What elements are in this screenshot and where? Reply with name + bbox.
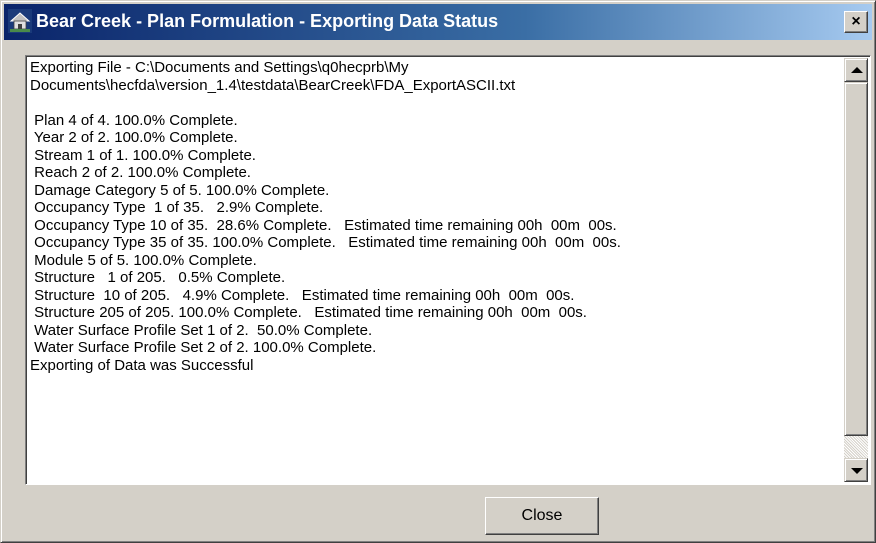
log-line: Reach 2 of 2. 100.0% Complete.: [30, 164, 251, 181]
log-line: Plan 4 of 4. 100.0% Complete.: [30, 111, 238, 129]
log-line: Damage Category 5 of 5. 100.0% Complete.: [30, 181, 330, 199]
log-line: Occupancy Type 35 of 35. 100.0% Complete…: [30, 234, 621, 251]
log-line: Structure 1 of 205. 0.5% Complete.: [30, 269, 286, 286]
log-line: Exporting File - C:\Documents and Settin…: [30, 59, 409, 76]
log-line: Structure 205 of 205. 100.0% Complete. E…: [30, 304, 587, 321]
title-bar[interactable]: Bear Creek - Plan Formulation - Exportin…: [4, 4, 872, 40]
log-line: Module 5 of 5. 100.0% Complete.: [30, 251, 257, 269]
log-line: Water Surface Profile Set 2 of 2. 100.0%…: [30, 339, 377, 356]
close-button[interactable]: Close: [485, 497, 599, 535]
arrow-up-icon: [851, 67, 863, 73]
house-icon: [8, 9, 32, 33]
scroll-down-button[interactable]: [844, 458, 868, 482]
log-line: Exporting of Data was Successful: [30, 356, 254, 374]
title-close-button[interactable]: ×: [844, 11, 868, 33]
export-log-textbox[interactable]: Exporting File - C:\Documents and Settin…: [25, 55, 871, 485]
log-line: Structure 10 of 205. 4.9% Complete. Esti…: [30, 286, 575, 304]
scrollbar-thumb[interactable]: [844, 82, 868, 436]
export-status-dialog: Bear Creek - Plan Formulation - Exportin…: [0, 0, 876, 543]
log-line: Water Surface Profile Set 1 of 2. 50.0% …: [30, 321, 373, 339]
log-line: Year 2 of 2. 100.0% Complete.: [30, 129, 238, 146]
arrow-down-icon: [851, 468, 863, 474]
log-line: Documents\hecfda\version_1.4\testdata\Be…: [30, 76, 516, 94]
vertical-scrollbar[interactable]: [844, 58, 868, 482]
export-log-text: Exporting File - C:\Documents and Settin…: [30, 59, 840, 374]
log-line: Stream 1 of 1. 100.0% Complete.: [30, 146, 256, 164]
log-line: Occupancy Type 1 of 35. 2.9% Complete.: [30, 199, 324, 216]
window-title: Bear Creek - Plan Formulation - Exportin…: [36, 11, 499, 31]
scroll-up-button[interactable]: [844, 58, 868, 82]
log-line: Occupancy Type 10 of 35. 28.6% Complete.…: [30, 216, 617, 234]
